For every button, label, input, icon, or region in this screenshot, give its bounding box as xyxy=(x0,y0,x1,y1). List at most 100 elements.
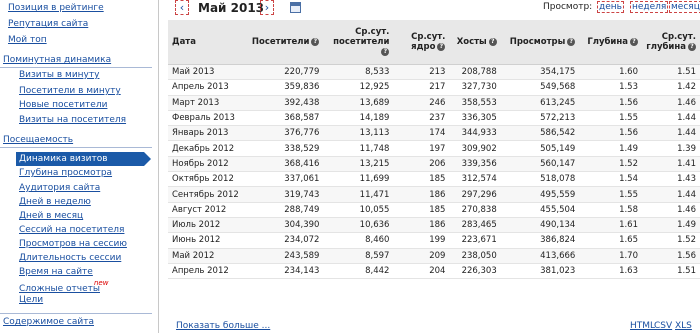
col-pageviews[interactable]: Просмотры? xyxy=(500,20,580,65)
sidebar-item-time-on-site[interactable]: Время на сайте xyxy=(19,267,93,277)
table-cell: 237 xyxy=(393,110,450,127)
sidebar-item-rating[interactable]: Позиция в рейтинге xyxy=(8,3,104,13)
sidebar-item-days-per-week[interactable]: Дней в неделю xyxy=(19,197,91,207)
table-cell: Август 2012 xyxy=(168,202,243,218)
table-cell: Май 2012 xyxy=(168,248,243,264)
sidebar-item-complex-reports[interactable]: Сложные отчеты xyxy=(19,284,100,294)
next-month-button[interactable]: › xyxy=(260,0,274,15)
table-cell: 8,442 xyxy=(323,263,394,280)
help-icon[interactable]: ? xyxy=(437,42,446,51)
table-cell: 13,113 xyxy=(323,125,394,142)
table-cell: 220,779 xyxy=(242,64,324,81)
table-row: Июнь 2012 234,072 8,460 199 223,671 386,824 1.… xyxy=(168,232,700,249)
table-cell: 304,390 xyxy=(242,217,324,234)
table-cell: Ноябрь 2012 xyxy=(168,156,243,173)
sidebar-item-visitors-per-minute[interactable]: Посетители в минуту xyxy=(19,86,121,96)
table-cell: 174 xyxy=(393,125,450,142)
help-icon[interactable]: ? xyxy=(688,42,696,51)
help-icon[interactable]: ? xyxy=(311,37,320,46)
sidebar-section-content[interactable]: Содержимое сайта xyxy=(3,317,94,327)
view-week-link[interactable]: неделя xyxy=(630,1,669,13)
table-cell: 327,730 xyxy=(449,79,501,96)
table-cell: 234,143 xyxy=(242,263,324,280)
current-month: Май 2013 xyxy=(198,1,265,15)
export-xls-link[interactable]: XLS xyxy=(675,321,692,331)
table-cell: 1.44 xyxy=(642,125,700,142)
col-depth[interactable]: Глубина? xyxy=(579,20,642,65)
table-row: Декабрь 2012 338,529 11,748 197 309,902 505,1… xyxy=(168,140,700,157)
table-row: Февраль 2013 368,587 14,189 237 336,305 572,2… xyxy=(168,110,700,127)
stats-table: Дата Посетители? Ср.сут. посетители? Ср.… xyxy=(168,20,700,280)
view-month-link[interactable]: месяц xyxy=(669,1,700,13)
table-cell: 319,743 xyxy=(242,186,324,203)
table-cell: Март 2013 xyxy=(168,95,243,111)
table-cell: 309,902 xyxy=(449,140,501,157)
table-cell: 549,568 xyxy=(500,79,580,96)
table-cell: 1.39 xyxy=(642,140,700,157)
help-icon[interactable]: ? xyxy=(381,47,390,56)
table-cell: 206 xyxy=(393,156,450,173)
table-cell: 1.41 xyxy=(642,156,700,173)
table-cell: 344,933 xyxy=(449,125,501,142)
calendar-icon[interactable] xyxy=(290,2,301,13)
view-day-link[interactable]: день xyxy=(597,1,624,13)
sidebar-item-goals[interactable]: Цели xyxy=(19,295,43,305)
table-row: Сентябрь 2012 319,743 11,471 186 297,296 495,… xyxy=(168,186,700,203)
table-cell: 368,587 xyxy=(242,110,324,127)
table-cell: 1.55 xyxy=(579,110,642,127)
view-label: Просмотр: xyxy=(543,2,593,12)
table-row: Апрель 2012 234,143 8,442 204 226,303 381,023… xyxy=(168,263,700,280)
table-cell: 386,824 xyxy=(500,232,580,249)
col-hosts[interactable]: Хосты? xyxy=(449,20,501,65)
table-cell: 246 xyxy=(393,95,450,111)
col-visitors[interactable]: Посетители? xyxy=(242,20,324,65)
table-cell: 186 xyxy=(393,217,450,234)
export-csv-link[interactable]: CSV xyxy=(654,321,672,331)
sidebar-item-audience[interactable]: Аудитория сайта xyxy=(19,183,100,193)
table-cell: Июль 2012 xyxy=(168,217,243,234)
col-avg-core[interactable]: Ср.сут. ядро? xyxy=(393,20,450,65)
table-cell: 185 xyxy=(393,171,450,188)
col-avg-depth[interactable]: Ср.сут. глубина? xyxy=(642,20,700,65)
table-cell: 12,925 xyxy=(323,79,394,96)
sidebar-item-visits-per-minute[interactable]: Визиты в минуту xyxy=(19,70,99,80)
sidebar-section-minute[interactable]: Поминутная динамика xyxy=(3,55,111,65)
table-cell: Декабрь 2012 xyxy=(168,140,243,157)
show-more-link[interactable]: Показать больше ... xyxy=(176,321,270,331)
sidebar-item-views-per-session[interactable]: Просмотров на сессию xyxy=(19,239,127,249)
table-cell: 13,215 xyxy=(323,156,394,173)
table-cell: 199 xyxy=(393,232,450,249)
help-icon[interactable]: ? xyxy=(630,37,638,46)
table-cell: 297,296 xyxy=(449,186,501,203)
table-cell: 209 xyxy=(393,248,450,264)
table-cell: 1.46 xyxy=(642,202,700,218)
table-cell: 11,699 xyxy=(323,171,394,188)
table-row: Октябрь 2012 337,061 11,699 185 312,574 518,0… xyxy=(168,171,700,188)
table-cell: 1.44 xyxy=(642,110,700,127)
table-cell: Октябрь 2012 xyxy=(168,171,243,188)
sidebar-item-session-duration[interactable]: Длительность сессии xyxy=(19,253,121,263)
export-html-link[interactable]: HTML xyxy=(630,321,655,331)
table-cell: 337,061 xyxy=(242,171,324,188)
table-cell: 204 xyxy=(393,263,450,280)
sidebar-item-sessions-per-visitor[interactable]: Сессий на посетителя xyxy=(19,225,124,235)
table-cell: 11,748 xyxy=(323,140,394,157)
col-avg-visitors[interactable]: Ср.сут. посетители? xyxy=(323,20,394,65)
help-icon[interactable]: ? xyxy=(567,37,576,46)
sidebar-item-visits-per-visitor[interactable]: Визиты на посетителя xyxy=(19,115,126,125)
sidebar-item-days-per-month[interactable]: Дней в месяц xyxy=(19,211,83,221)
sidebar-item-visit-dynamics[interactable]: Динамика визитов xyxy=(16,152,151,166)
sidebar-item-my-top[interactable]: Мой топ xyxy=(8,35,47,45)
sidebar-item-reputation[interactable]: Репутация сайта xyxy=(8,19,88,29)
table-cell: Февраль 2013 xyxy=(168,110,243,127)
col-date[interactable]: Дата xyxy=(168,20,243,65)
sidebar-divider xyxy=(0,313,152,314)
help-icon[interactable]: ? xyxy=(488,37,497,46)
table-cell: 336,305 xyxy=(449,110,501,127)
sidebar-section-traffic[interactable]: Посещаемость xyxy=(3,135,73,145)
table-cell: Апрель 2012 xyxy=(168,263,243,280)
sidebar-item-new-visitors[interactable]: Новые посетители xyxy=(19,100,107,110)
sidebar-item-view-depth[interactable]: Глубина просмотра xyxy=(19,168,112,178)
prev-month-button[interactable]: ‹ xyxy=(175,0,189,15)
main-content: ‹ Май 2013 › Просмотр: день неделя месяц… xyxy=(160,0,700,333)
